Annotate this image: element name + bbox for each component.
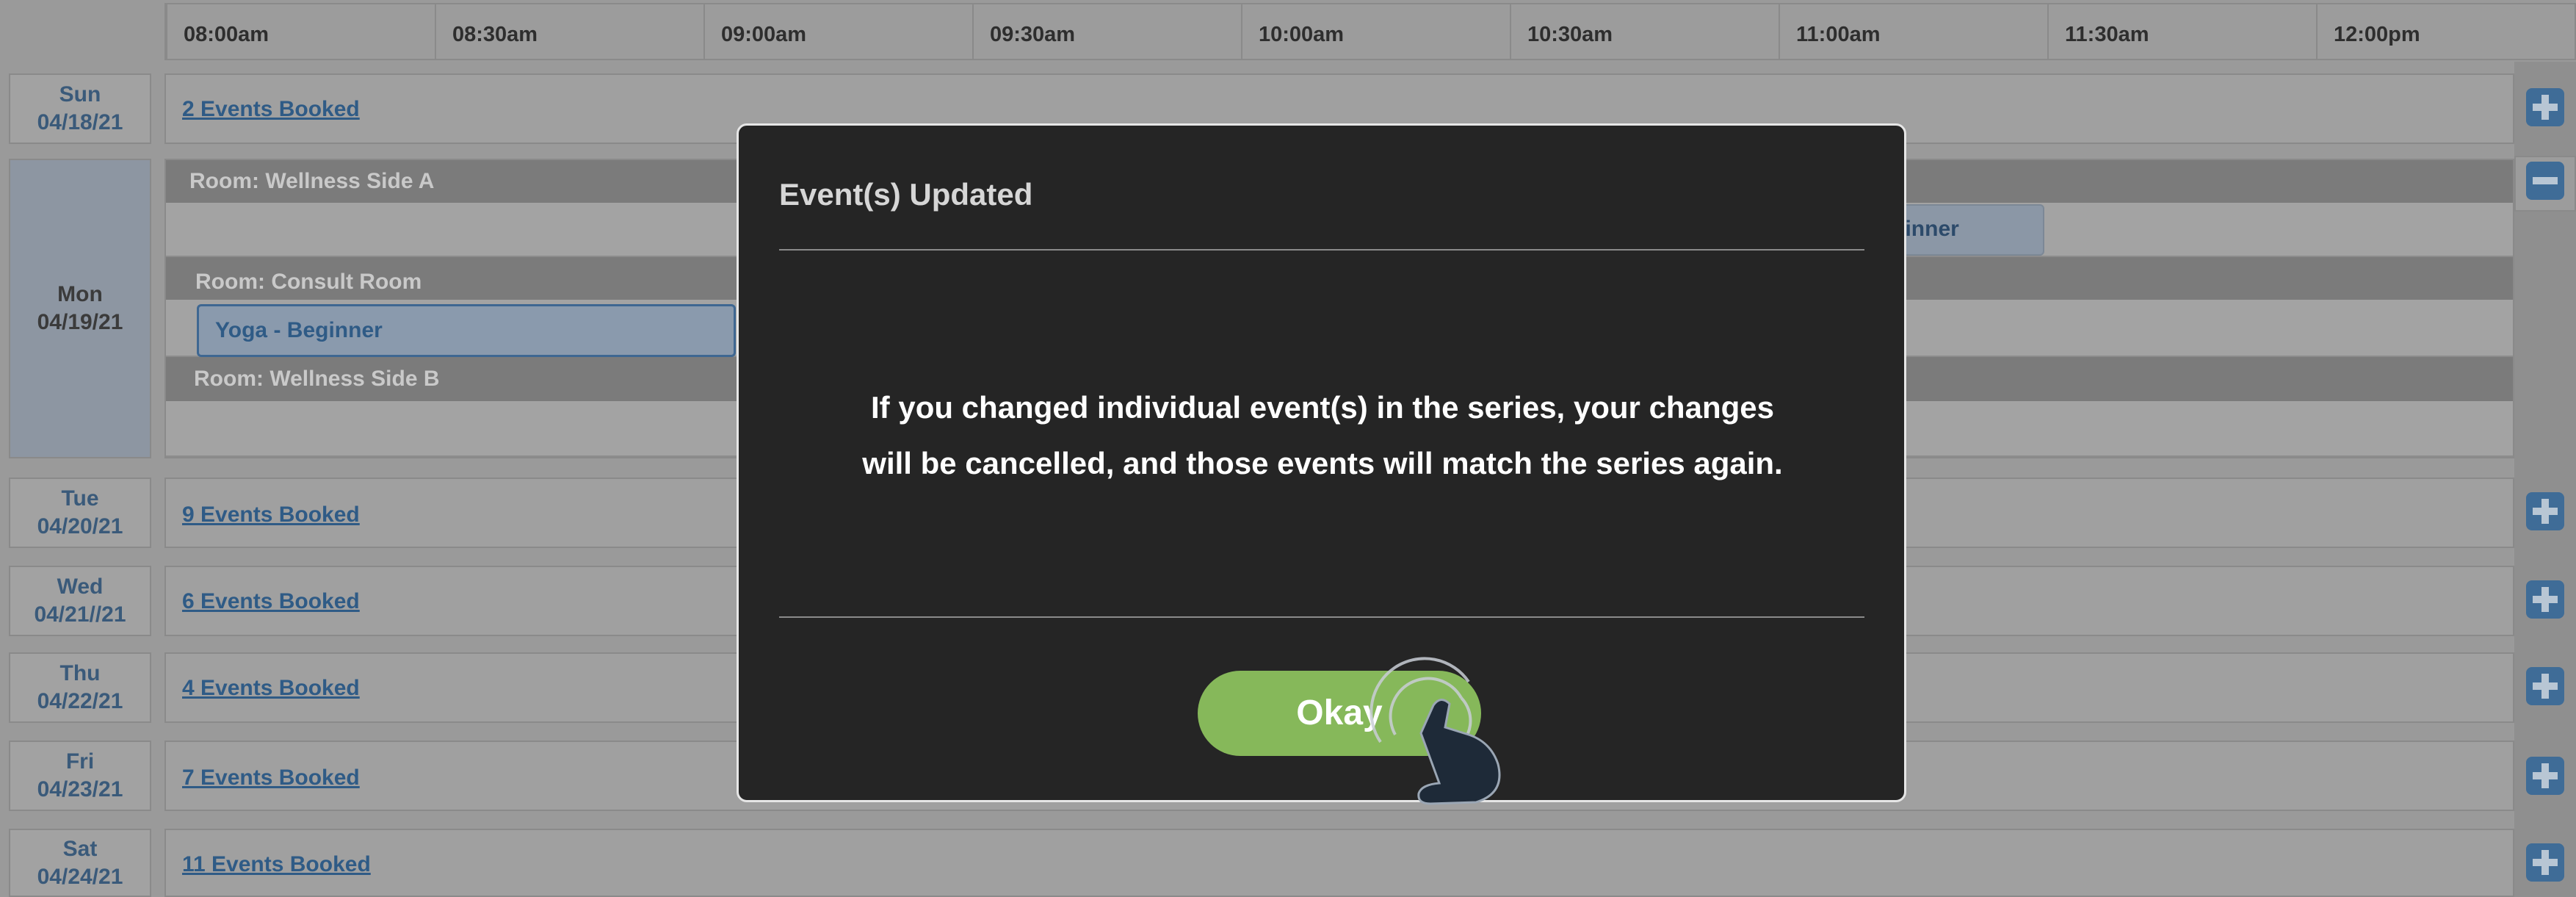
time-slot: 10:00am <box>1241 4 1510 59</box>
day-date: 04/21//21 <box>34 602 126 627</box>
day-date: 04/18/21 <box>37 110 123 134</box>
expand-day-button[interactable] <box>2526 88 2564 126</box>
events-booked-link[interactable]: 7 Events Booked <box>182 765 360 790</box>
day-date: 04/23/21 <box>37 777 123 801</box>
day-label-mon: Mon 04/19/21 <box>9 159 151 458</box>
day-label-tue: Tue 04/20/21 <box>9 478 151 548</box>
collapse-day-button[interactable] <box>2526 162 2564 200</box>
plus-icon-vertical <box>2541 95 2549 120</box>
plus-icon-vertical <box>2541 763 2549 788</box>
tap-hand-icon <box>1370 657 1501 805</box>
time-slot: 09:00am <box>703 4 972 59</box>
events-booked-link[interactable]: 4 Events Booked <box>182 676 360 701</box>
day-date: 04/24/21 <box>37 864 123 889</box>
dialog-message: If you changed individual event(s) in th… <box>783 380 1862 491</box>
day-date: 04/19/21 <box>37 310 123 334</box>
time-slot: 11:00am <box>1779 4 2047 59</box>
day-of-week: Tue <box>61 486 99 511</box>
day-row-sat: 11 Events Booked <box>164 829 2514 897</box>
events-booked-link[interactable]: 11 Events Booked <box>182 852 371 877</box>
events-booked-link[interactable]: 2 Events Booked <box>182 97 360 122</box>
day-of-week: Mon <box>57 282 103 306</box>
divider <box>779 249 1864 251</box>
plus-icon-vertical <box>2541 587 2549 612</box>
time-slot: 10:30am <box>1510 4 1779 59</box>
day-of-week: Thu <box>59 661 101 685</box>
day-label-fri: Fri 04/23/21 <box>9 741 151 811</box>
minus-icon <box>2533 177 2558 184</box>
plus-icon-vertical <box>2541 674 2549 699</box>
dialog-message-line: will be cancelled, and those events will… <box>862 446 1783 480</box>
divider <box>779 616 1864 618</box>
day-label-thu: Thu 04/22/21 <box>9 652 151 723</box>
day-of-week: Wed <box>57 574 104 599</box>
day-date: 04/22/21 <box>37 689 123 713</box>
expand-day-button[interactable] <box>2526 757 2564 795</box>
expand-day-button[interactable] <box>2526 843 2564 882</box>
events-booked-link[interactable]: 9 Events Booked <box>182 502 360 527</box>
day-of-week: Sat <box>62 836 98 861</box>
dialog-title: Event(s) Updated <box>779 177 1033 212</box>
expand-day-button[interactable] <box>2526 580 2564 619</box>
day-label-wed: Wed 04/21//21 <box>9 566 151 636</box>
time-slot: 12:00pm <box>2316 4 2575 59</box>
plus-icon-vertical <box>2541 850 2549 875</box>
expand-day-button[interactable] <box>2526 667 2564 705</box>
events-booked-link[interactable]: 6 Events Booked <box>182 589 360 614</box>
plus-icon-vertical <box>2541 499 2549 524</box>
time-slot: 11:30am <box>2047 4 2316 59</box>
time-slot: 09:30am <box>972 4 1241 59</box>
dialog-message-line: If you changed individual event(s) in th… <box>871 390 1774 425</box>
event-chip[interactable]: Yoga - Beginner <box>197 304 736 357</box>
day-date: 04/20/21 <box>37 514 123 538</box>
expand-day-button[interactable] <box>2526 492 2564 530</box>
time-slot: 08:00am <box>166 4 435 59</box>
event-updated-dialog: Event(s) Updated If you changed individu… <box>737 123 1906 802</box>
day-label-sun: Sun 04/18/21 <box>9 73 151 144</box>
day-label-sat: Sat 04/24/21 <box>9 829 151 897</box>
day-of-week: Sun <box>59 82 101 107</box>
time-slot: 08:30am <box>435 4 703 59</box>
day-of-week: Fri <box>65 749 95 774</box>
time-header: 08:00am 08:30am 09:00am 09:30am 10:00am … <box>164 3 2576 60</box>
